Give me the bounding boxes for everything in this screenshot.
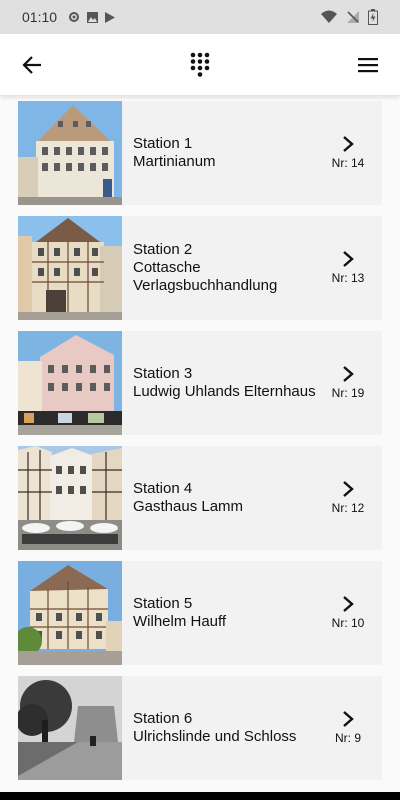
system-navigation-bar <box>0 792 400 800</box>
station-number: Station 3 <box>133 365 193 382</box>
hamburger-menu-icon <box>358 57 378 72</box>
app-bar <box>0 34 400 96</box>
station-name: Gasthaus Lamm <box>133 498 244 515</box>
chevron-right-icon <box>343 481 354 497</box>
wifi-icon <box>321 10 337 23</box>
chevron-right-icon <box>343 711 354 727</box>
station-number: Station 5 <box>133 595 193 612</box>
station-name: Cottasche Verlagsbuchhandlung <box>133 259 278 294</box>
station-card[interactable]: Station 2 Cottasche Verlagsbuchhandlung … <box>18 216 382 320</box>
back-button[interactable] <box>16 49 48 81</box>
station-name: Ulrichslinde und Schloss <box>133 728 297 745</box>
station-card[interactable]: Station 4 Gasthaus Lamm Nr: 12 <box>18 446 382 550</box>
station-nr: Nr: 14 <box>331 156 365 170</box>
chevron-right-icon <box>343 136 354 152</box>
keypad-button[interactable] <box>184 49 216 81</box>
station-name: Wilhelm Hauff <box>133 613 227 630</box>
station-thumbnail <box>18 101 122 205</box>
station-name: Martinianum <box>133 153 216 170</box>
status-time: 01:10 <box>22 9 58 25</box>
arrow-left-icon <box>22 55 41 74</box>
chevron-right-icon <box>343 596 354 612</box>
station-nr: Nr: 13 <box>331 271 365 285</box>
station-card[interactable]: Station 3 Ludwig Uhlands Elternhaus Nr: … <box>18 331 382 435</box>
station-nr: Nr: 9 <box>334 731 361 745</box>
station-number: Station 2 <box>133 241 193 258</box>
station-number: Station 6 <box>133 710 193 727</box>
notification-settings-icon <box>69 12 80 22</box>
status-bar: 01:10 <box>0 0 400 34</box>
station-thumbnail <box>18 676 122 780</box>
station-nr: Nr: 10 <box>331 616 365 630</box>
dialpad-icon <box>190 52 210 77</box>
chevron-right-icon <box>343 251 354 267</box>
image-icon <box>87 11 99 23</box>
station-thumbnail <box>18 561 122 665</box>
station-card[interactable]: Station 6 Ulrichslinde und Schloss Nr: 9 <box>18 676 382 780</box>
battery-icon <box>368 9 378 25</box>
station-thumbnail <box>18 446 122 550</box>
play-store-icon <box>105 11 116 23</box>
station-number: Station 4 <box>133 480 193 497</box>
menu-button[interactable] <box>352 49 384 81</box>
station-nr: Nr: 12 <box>331 501 365 515</box>
no-signal-icon <box>347 11 359 23</box>
station-nr: Nr: 19 <box>331 386 365 400</box>
station-number: Station 1 <box>133 135 193 152</box>
chevron-right-icon <box>343 366 354 382</box>
station-card[interactable]: Station 1 Martinianum Nr: 14 <box>18 101 382 205</box>
station-card[interactable]: Station 5 Wilhelm Hauff Nr: 10 <box>18 561 382 665</box>
station-name: Ludwig Uhlands Elternhaus <box>133 383 316 400</box>
station-thumbnail <box>18 331 122 435</box>
station-list: Station 1 Martinianum Nr: 14 Station 2 C… <box>0 97 400 792</box>
station-thumbnail <box>18 216 122 320</box>
